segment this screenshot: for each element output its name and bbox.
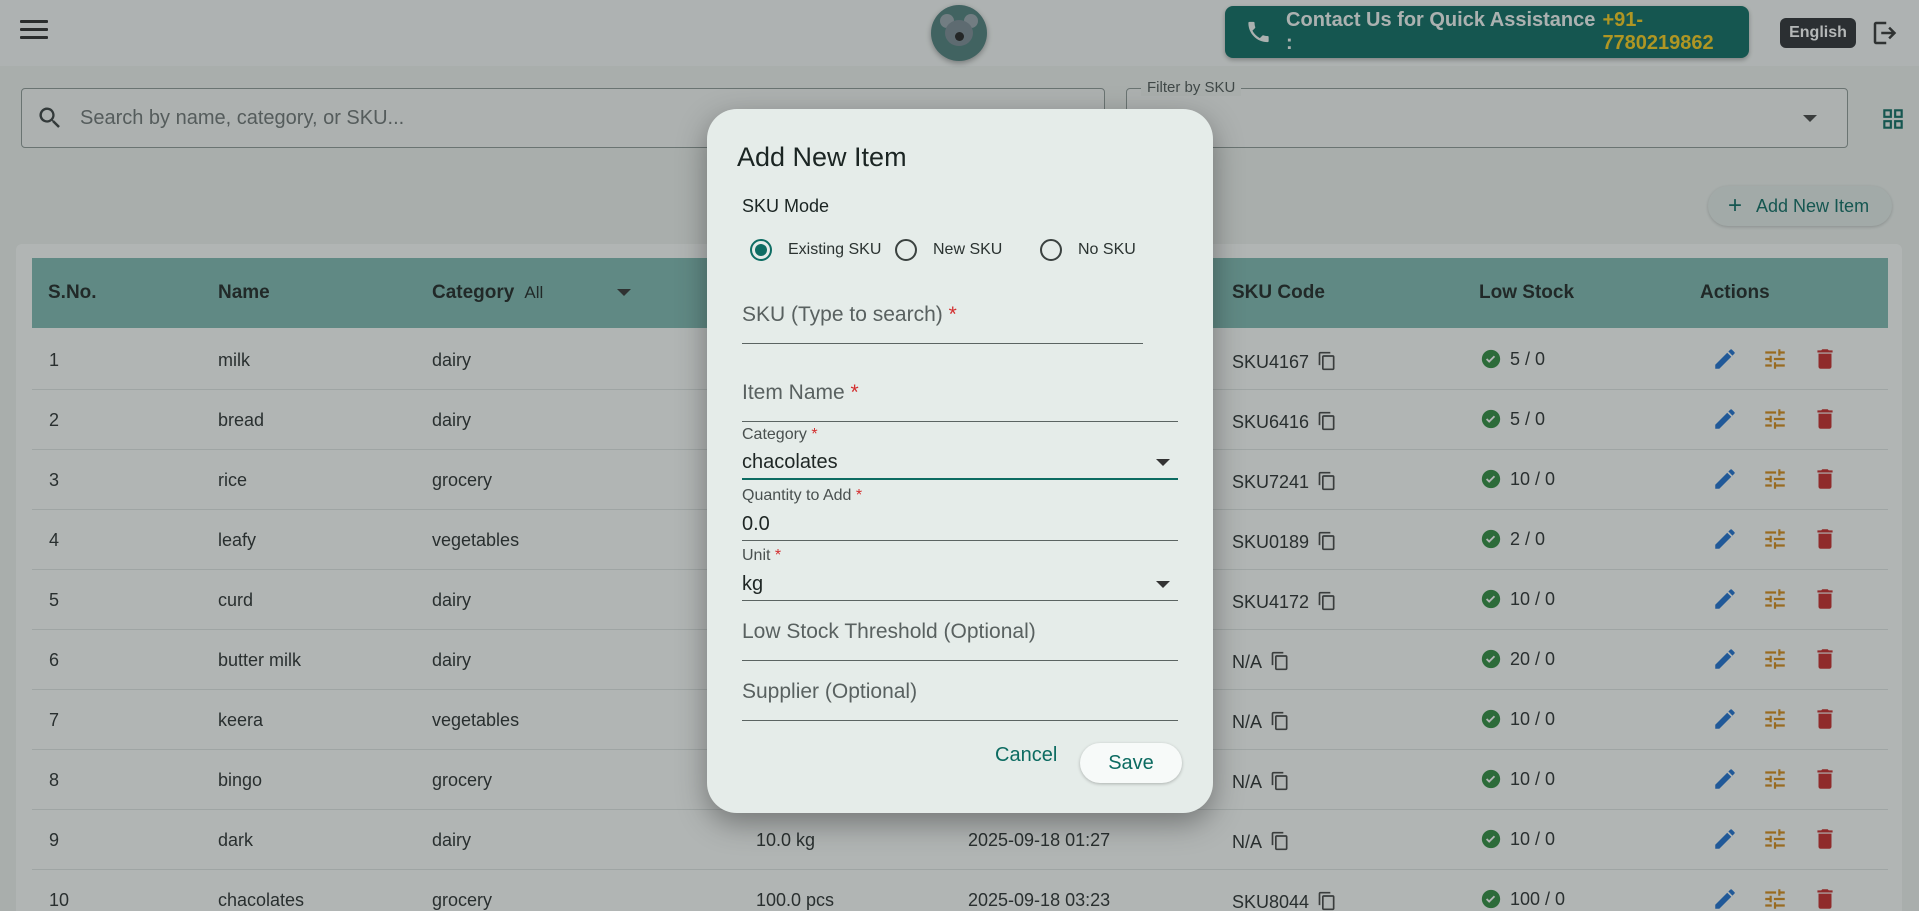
unit-value: kg — [742, 573, 764, 595]
radio-unchecked-icon[interactable] — [895, 239, 917, 261]
radio-new-sku-label: New SKU — [933, 241, 1003, 258]
radio-existing-sku[interactable]: Existing SKU — [750, 239, 881, 261]
cancel-button[interactable]: Cancel — [995, 744, 1057, 767]
item-name-field[interactable]: Item Name * — [742, 367, 1178, 422]
supplier-label: Supplier (Optional) — [742, 680, 918, 703]
add-item-dialog: Add New Item SKU Mode Existing SKU New S… — [707, 109, 1213, 813]
sku-search-field[interactable]: SKU (Type to search) * — [742, 287, 1143, 344]
low-stock-threshold-label: Low Stock Threshold (Optional) — [742, 620, 1036, 643]
low-stock-threshold-field[interactable]: Low Stock Threshold (Optional) — [742, 604, 1178, 661]
supplier-field[interactable]: Supplier (Optional) — [742, 664, 1178, 721]
radio-no-sku[interactable]: No SKU — [1040, 239, 1136, 261]
radio-existing-sku-label: Existing SKU — [788, 241, 882, 258]
category-value: chacolates — [742, 451, 838, 473]
sku-search-label: SKU (Type to search) * — [742, 303, 957, 326]
unit-label: Unit * — [742, 547, 782, 564]
radio-new-sku[interactable]: New SKU — [895, 239, 1002, 261]
item-name-label: Item Name * — [742, 381, 859, 404]
radio-checked-icon[interactable] — [750, 239, 772, 261]
category-label: Category * — [742, 426, 818, 443]
sku-mode-label: SKU Mode — [742, 196, 830, 216]
category-select[interactable]: Category * chacolates — [742, 417, 1178, 480]
radio-unchecked-icon[interactable] — [1040, 239, 1062, 261]
dialog-title: Add New Item — [737, 142, 907, 172]
unit-select[interactable]: Unit * kg — [742, 539, 1178, 601]
radio-no-sku-label: No SKU — [1078, 241, 1136, 258]
save-button[interactable]: Save — [1080, 743, 1182, 783]
quantity-field[interactable]: Quantity to Add * 0.0 — [742, 479, 1178, 541]
quantity-label: Quantity to Add * — [742, 487, 863, 504]
quantity-value: 0.0 — [742, 513, 770, 535]
chevron-down-icon — [1156, 581, 1170, 588]
chevron-down-icon — [1156, 459, 1170, 466]
